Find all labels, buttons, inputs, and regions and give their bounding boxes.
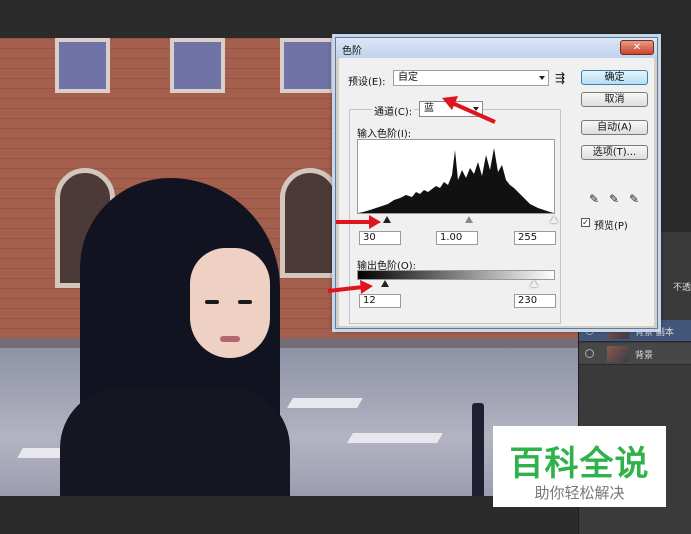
output-black-slider[interactable] xyxy=(381,280,389,287)
channel-value: 蓝 xyxy=(424,103,434,114)
output-gradient-bar xyxy=(357,270,555,280)
annotation-arrow xyxy=(327,280,373,294)
dialog-title: 色阶 xyxy=(342,46,362,57)
input-white-slider[interactable] xyxy=(550,216,558,223)
ok-button[interactable]: 确定 xyxy=(581,70,648,85)
bollard xyxy=(472,403,484,496)
preview-label: 预览(P) xyxy=(594,221,628,232)
auto-button[interactable]: 自动(A) xyxy=(581,120,648,135)
person-eye xyxy=(238,300,252,304)
layer-name: 背景 xyxy=(635,351,654,361)
input-gamma-field[interactable]: 1.00 xyxy=(436,231,478,245)
annotation-arrow xyxy=(336,215,381,229)
output-white-field[interactable]: 230 xyxy=(514,294,556,308)
black-eyedropper-icon[interactable]: ✎ xyxy=(589,192,599,206)
building-window xyxy=(55,38,110,93)
histogram-graph xyxy=(358,148,554,213)
gray-eyedropper-icon[interactable]: ✎ xyxy=(609,192,619,206)
road-stripe xyxy=(347,433,443,443)
watermark-logo: 百科全说 助你轻松解决 xyxy=(493,426,666,507)
options-button[interactable]: 选项(T)... xyxy=(581,145,648,160)
annotation-arrow xyxy=(442,96,496,124)
close-button[interactable]: ✕ xyxy=(620,40,654,55)
visibility-eye-icon[interactable] xyxy=(585,349,594,358)
preset-select[interactable]: 自定 xyxy=(393,70,549,86)
person-lips xyxy=(220,336,240,342)
preset-value: 自定 xyxy=(398,72,418,83)
layer-row[interactable]: 背景 xyxy=(579,343,691,365)
input-gamma-slider[interactable] xyxy=(465,216,473,223)
input-black-slider[interactable] xyxy=(383,216,391,223)
watermark-subtitle: 助你轻松解决 xyxy=(534,484,625,502)
white-eyedropper-icon[interactable]: ✎ xyxy=(629,192,639,206)
building-door xyxy=(280,168,340,278)
input-black-field[interactable]: 30 xyxy=(359,231,401,245)
input-levels-label: 输入色阶(I): xyxy=(357,129,412,140)
layer-thumbnail xyxy=(607,346,629,362)
histogram xyxy=(357,139,555,214)
building-window xyxy=(280,38,335,93)
building-window xyxy=(170,38,225,93)
preview-checkbox[interactable]: ✓ xyxy=(581,218,590,227)
opacity-label: 不透 xyxy=(673,283,691,293)
chevron-down-icon xyxy=(539,76,545,80)
close-icon: ✕ xyxy=(632,42,642,53)
cancel-button[interactable]: 取消 xyxy=(581,92,648,107)
levels-dialog: 色阶 ✕ 预设(E): 自定 ⇶ 通道(C): 蓝 输入色阶(I): 30 1.… xyxy=(335,37,658,329)
preset-label: 预设(E): xyxy=(348,77,386,88)
input-white-field[interactable]: 255 xyxy=(514,231,556,245)
dialog-titlebar[interactable]: 色阶 ✕ xyxy=(336,38,657,58)
channel-label: 通道(C): xyxy=(372,103,415,118)
preset-options-icon[interactable]: ⇶ xyxy=(555,71,565,85)
watermark-title: 百科全说 xyxy=(509,444,650,484)
person-jacket xyxy=(60,388,290,496)
output-white-slider[interactable] xyxy=(530,280,538,287)
person-eye xyxy=(205,300,219,304)
road-stripe xyxy=(287,398,363,408)
